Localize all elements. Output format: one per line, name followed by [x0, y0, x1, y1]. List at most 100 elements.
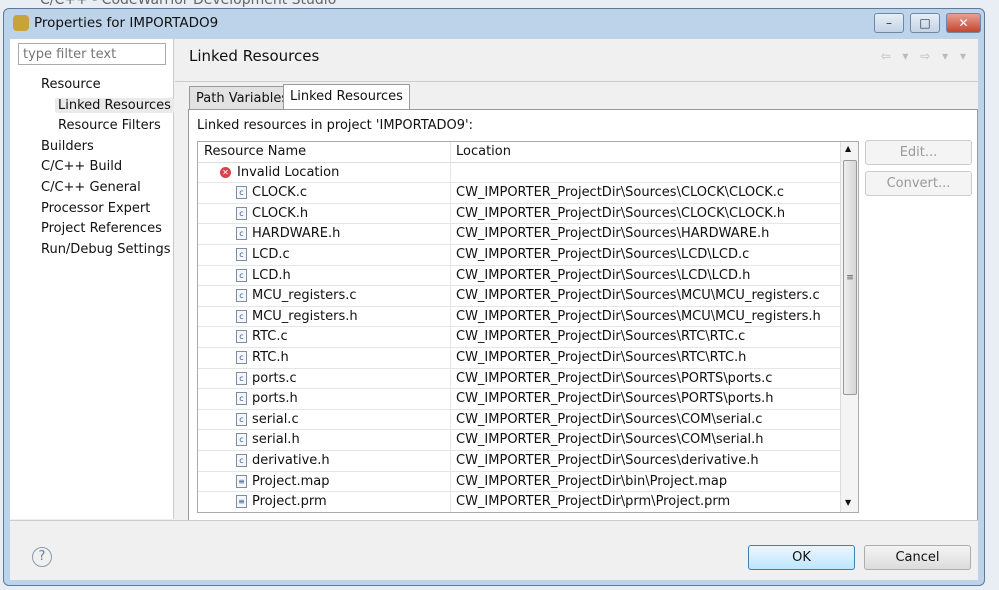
table-row[interactable]: ≡ Project.map CW_IMPORTER_ProjectDir\bin\P… — [198, 471, 840, 493]
tree-item-resource-filters[interactable]: Resource Filters — [55, 118, 164, 133]
scrollbar-thumb[interactable]: ≡ — [843, 160, 857, 395]
minimize-button[interactable]: – — [874, 13, 904, 33]
table-row[interactable]: c RTC.c CW_IMPORTER_ProjectDir\Sources\RTC… — [198, 327, 840, 348]
table-row[interactable]: c serial.h CW_IMPORTER_ProjectDir\Sources\… — [198, 430, 840, 451]
c-file-icon: c — [236, 289, 247, 303]
linked-resources-table: Resource Name Location ✕ Invalid Location… — [197, 141, 859, 513]
table-row[interactable]: c CLOCK.h CW_IMPORTER_ProjectDir\Sources\C… — [198, 203, 840, 225]
c-file-icon: c — [236, 309, 247, 323]
history-nav-icons[interactable]: ⇦ ▾ ⇨ ▾ ▾ — [881, 49, 970, 63]
column-header-location[interactable]: Location — [456, 142, 511, 162]
category-tree-pane: Resource Linked Resources Resource Filters… — [10, 39, 174, 519]
resource-name: MCU_registers.h — [252, 308, 358, 324]
maximize-button[interactable]: □ — [910, 13, 940, 33]
dialog-client: Resource Linked Resources Resource Filters… — [10, 39, 978, 580]
table-scrollbar[interactable]: ▲ ≡ ▼ — [840, 142, 858, 512]
resource-location: CW_IMPORTER_ProjectDir\Sources\LCD\LCD.c — [456, 247, 750, 262]
table-row[interactable]: c MCU_registers.c CW_IMPORTER_ProjectDir\S… — [198, 286, 840, 307]
c-file-icon: c — [236, 392, 247, 406]
tree-item-project-references[interactable]: Project References — [38, 221, 165, 236]
resource-location: CW_IMPORTER_ProjectDir\Sources\CLOCK\CLO… — [456, 205, 786, 221]
c-file-icon: c — [236, 330, 247, 344]
tree-item-linked-resources[interactable]: Linked Resources — [55, 97, 174, 113]
edit-button[interactable]: Edit... — [865, 140, 972, 165]
properties-dialog: Properties for IMPORTADO9 – □ ✕ Resource… — [3, 8, 985, 586]
cancel-button[interactable]: Cancel — [864, 545, 971, 570]
divider — [175, 81, 978, 82]
resource-name: Project.map — [252, 473, 330, 489]
error-icon: ✕ — [220, 166, 231, 178]
tree-item-run-debug-settings[interactable]: Run/Debug Settings — [38, 242, 174, 257]
resource-name: RTC.c — [252, 329, 288, 345]
filter-input[interactable] — [18, 43, 166, 65]
help-icon[interactable]: ? — [32, 547, 52, 567]
resource-name: CLOCK.h — [252, 205, 309, 221]
close-button[interactable]: ✕ — [946, 13, 981, 33]
window-title: Properties for IMPORTADO9 — [34, 15, 219, 31]
group-row-invalid-location[interactable]: ✕ Invalid Location — [198, 162, 840, 184]
tab-content: Linked resources in project 'IMPORTADO9'… — [188, 109, 978, 521]
table-row[interactable]: c LCD.c CW_IMPORTER_ProjectDir\Sources\LCD… — [198, 245, 840, 266]
table-row[interactable]: ≡ Project.prm CW_IMPORTER_ProjectDir\prm\P… — [198, 492, 840, 512]
table-row[interactable]: c MCU_registers.h CW_IMPORTER_ProjectDir\S… — [198, 306, 840, 328]
table-row[interactable]: c HARDWARE.h CW_IMPORTER_ProjectDir\Source… — [198, 224, 840, 245]
resource-location: CW_IMPORTER_ProjectDir\Sources\MCU\MCU_r… — [456, 308, 821, 324]
tree-item-processor-expert[interactable]: Processor Expert — [38, 201, 153, 216]
table-row[interactable]: c ports.c CW_IMPORTER_ProjectDir\Sources\P… — [198, 368, 840, 390]
table-row[interactable]: c ports.h CW_IMPORTER_ProjectDir\Sources\P… — [198, 389, 840, 410]
resource-name: ports.h — [252, 391, 298, 407]
table-row[interactable]: c CLOCK.c CW_IMPORTER_ProjectDir\Sources\C… — [198, 183, 840, 204]
resource-name: MCU_registers.c — [252, 288, 357, 304]
table-row[interactable]: c RTC.h CW_IMPORTER_ProjectDir\Sources\RTC… — [198, 348, 840, 369]
resource-location: CW_IMPORTER_ProjectDir\Sources\RTC\RTC.h — [456, 350, 747, 365]
table-row[interactable]: c LCD.h CW_IMPORTER_ProjectDir\Sources\LCD… — [198, 265, 840, 287]
c-file-icon: c — [236, 268, 247, 282]
text-file-icon: ≡ — [236, 474, 247, 488]
resource-location: CW_IMPORTER_ProjectDir\Sources\LCD\LCD.h — [456, 267, 751, 283]
resource-location: CW_IMPORTER_ProjectDir\Sources\RTC\RTC.c — [456, 329, 746, 345]
resource-location: CW_IMPORTER_ProjectDir\Sources\COM\seria… — [456, 432, 764, 448]
c-file-icon: c — [236, 206, 247, 220]
page-header: Linked Resources ⇦ ▾ ⇨ ▾ ▾ — [175, 39, 978, 79]
table-row[interactable]: c serial.c CW_IMPORTER_ProjectDir\Sources\… — [198, 409, 840, 431]
convert-button[interactable]: Convert... — [865, 171, 972, 196]
resource-location: CW_IMPORTER_ProjectDir\Sources\CLOCK\CLO… — [456, 185, 784, 201]
c-file-icon: c — [236, 186, 247, 200]
resource-name: CLOCK.c — [252, 185, 307, 201]
tab-path-variables[interactable]: Path Variables — [189, 86, 296, 109]
resource-name: serial.c — [252, 411, 299, 427]
text-file-icon: ≡ — [236, 495, 247, 509]
tree-item-builders[interactable]: Builders — [38, 139, 97, 154]
tree-item-c-c-build[interactable]: C/C++ Build — [38, 159, 125, 174]
c-file-icon: c — [236, 351, 247, 364]
scroll-down-icon[interactable]: ▼ — [845, 498, 851, 507]
resource-location: CW_IMPORTER_ProjectDir\prm\Project.prm — [456, 494, 731, 510]
divider — [10, 520, 978, 521]
column-header-resource-name[interactable]: Resource Name — [198, 142, 451, 162]
resource-name: derivative.h — [252, 453, 330, 468]
c-file-icon: c — [236, 412, 247, 426]
resource-location: CW_IMPORTER_ProjectDir\Sources\MCU\MCU_r… — [456, 288, 820, 304]
title-bar[interactable]: Properties for IMPORTADO9 – □ ✕ — [4, 9, 984, 37]
resource-location: CW_IMPORTER_ProjectDir\Sources\PORTS\por… — [456, 370, 773, 386]
tree-item-resource[interactable]: Resource — [38, 77, 104, 92]
resource-name: HARDWARE.h — [252, 226, 341, 242]
c-file-icon: c — [236, 433, 247, 447]
resource-location: CW_IMPORTER_ProjectDir\bin\Project.map — [456, 473, 728, 489]
tree-item-c-c-general[interactable]: C/C++ General — [38, 180, 144, 195]
table-caption: Linked resources in project 'IMPORTADO9'… — [197, 118, 473, 133]
background-window-title: C/C++ - CodeWarrior Development Studio — [40, 0, 337, 8]
scroll-up-icon[interactable]: ▲ — [845, 144, 851, 153]
resource-location: CW_IMPORTER_ProjectDir\Sources\HARDWARE.… — [456, 226, 770, 242]
app-icon — [13, 15, 29, 31]
resource-location: CW_IMPORTER_ProjectDir\Sources\derivativ… — [456, 453, 759, 468]
table-header: Resource Name Location — [198, 142, 840, 163]
tab-linked-resources[interactable]: Linked Resources — [283, 84, 410, 110]
ok-button[interactable]: OK — [748, 545, 855, 570]
resource-name: RTC.h — [252, 350, 289, 365]
c-file-icon: c — [236, 454, 247, 467]
table-row[interactable]: c derivative.h CW_IMPORTER_ProjectDir\Sour… — [198, 451, 840, 472]
resource-name: LCD.h — [252, 267, 291, 283]
resource-name: LCD.c — [252, 247, 290, 262]
resource-name: serial.h — [252, 432, 300, 448]
